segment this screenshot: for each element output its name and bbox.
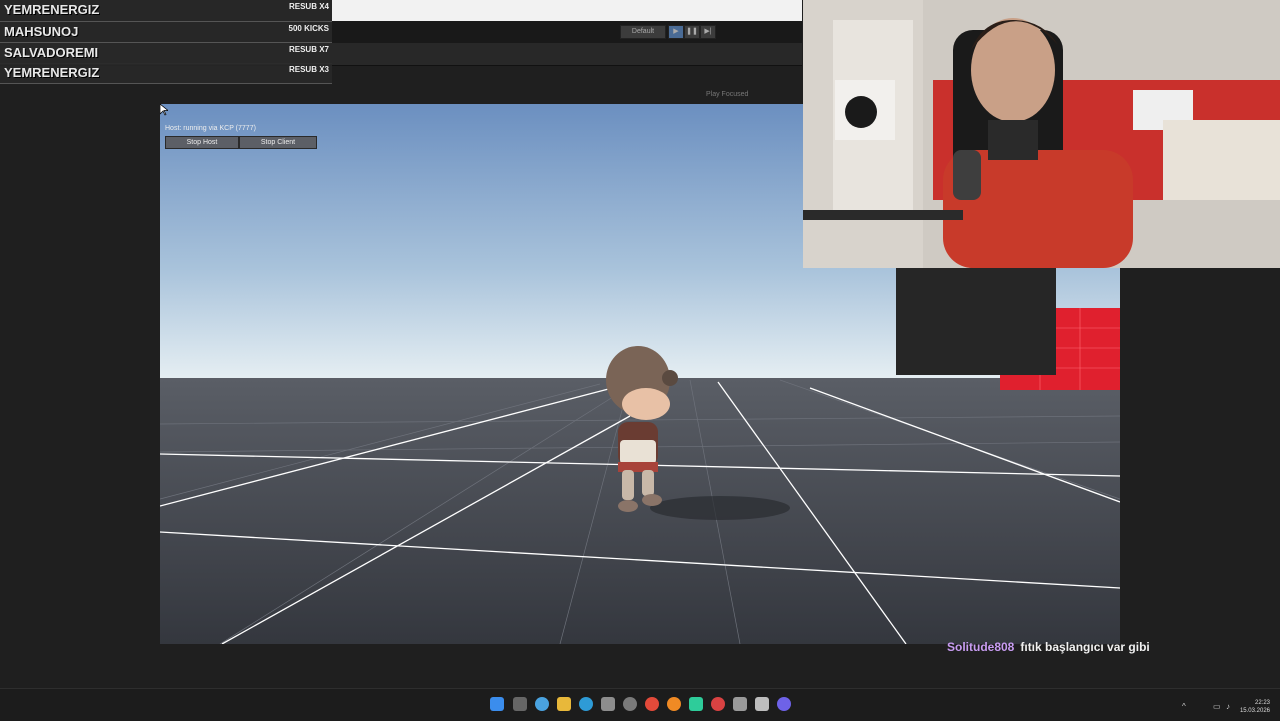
list-item: YEMRENERGIZ RESUB X4 <box>0 0 332 22</box>
subscriber-info: 500 KICKS <box>288 24 329 33</box>
chat-text: fıtık başlangıcı var gibi <box>1020 640 1150 654</box>
task-view-icon[interactable] <box>513 697 527 711</box>
app-icon[interactable] <box>689 697 703 711</box>
list-item: YEMRENERGIZ RESUB X3 <box>0 63 332 84</box>
windows-taskbar: ^ ▭ ♪ 22:23 15.03.2026 <box>0 688 1280 721</box>
tray-chevron-icon[interactable]: ^ <box>1182 702 1186 711</box>
stop-host-button[interactable]: Stop Host <box>165 136 239 149</box>
settings-icon[interactable] <box>623 697 637 711</box>
discord-icon[interactable] <box>777 697 791 711</box>
editor-toolbar: Default ▶ ❚❚ ▶| <box>332 21 802 43</box>
list-item: MAHSUNOJ 500 KICKS <box>0 22 332 43</box>
volume-icon[interactable]: ♪ <box>1226 702 1230 711</box>
overlay-panel <box>896 268 1056 375</box>
windows-start-icon[interactable] <box>490 697 504 711</box>
character-shadow <box>650 496 790 520</box>
chat-username: Solitude808 <box>947 640 1015 654</box>
network-icon[interactable]: ▭ <box>1213 702 1221 711</box>
unity-icon[interactable] <box>755 697 769 711</box>
chrome-icon[interactable] <box>645 697 659 711</box>
subscriber-overlay: YEMRENERGIZ RESUB X4 MAHSUNOJ 500 KICKS … <box>0 0 332 84</box>
store-icon[interactable] <box>601 697 615 711</box>
subscriber-name: SALVADOREMI <box>4 45 99 60</box>
stop-client-button[interactable]: Stop Client <box>239 136 317 149</box>
pause-button[interactable]: ❚❚ <box>684 25 700 39</box>
subscriber-name: YEMRENERGIZ <box>4 2 100 17</box>
clock-date[interactable]: 15.03.2026 <box>1240 708 1270 714</box>
chrome-dev-icon[interactable] <box>711 697 725 711</box>
mouse-cursor-icon <box>160 104 168 116</box>
host-status-label: Host: running via KCP (7777) <box>165 125 256 132</box>
play-mode-dropdown[interactable]: Default <box>620 25 666 39</box>
subscriber-name: YEMRENERGIZ <box>4 65 100 80</box>
subscriber-info: RESUB X7 <box>288 45 329 54</box>
clock-time[interactable]: 22:23 <box>1255 700 1270 706</box>
list-item: SALVADOREMI RESUB X7 <box>0 43 332 64</box>
subscriber-name: MAHSUNOJ <box>4 24 79 39</box>
firefox-icon[interactable] <box>667 697 681 711</box>
step-button[interactable]: ▶| <box>700 25 716 39</box>
copilot-icon[interactable] <box>535 697 549 711</box>
webcam-feed <box>803 0 1280 268</box>
file-explorer-icon[interactable] <box>557 697 571 711</box>
subscriber-info: RESUB X4 <box>288 2 329 11</box>
editor-title-bar <box>332 0 802 21</box>
unity-hub-icon[interactable] <box>733 697 747 711</box>
play-button[interactable]: ▶ <box>668 25 684 39</box>
play-focused-dropdown[interactable]: Play Focused <box>706 91 748 98</box>
chat-message: Solitude808 fıtık başlangıcı var gibi <box>947 640 1150 654</box>
edge-icon[interactable] <box>579 697 593 711</box>
subscriber-info: RESUB X3 <box>288 65 329 74</box>
